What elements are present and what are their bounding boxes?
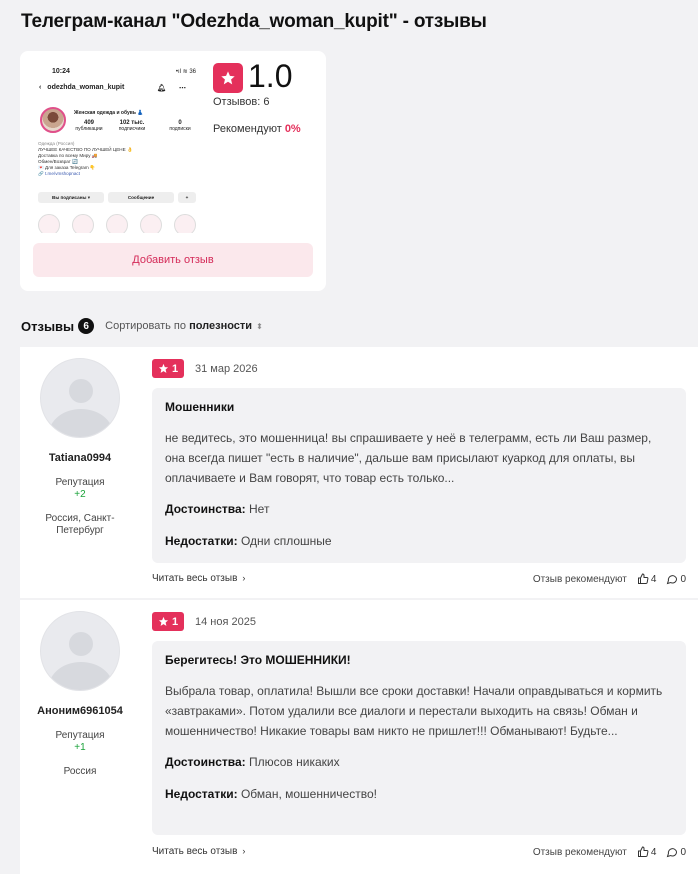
- comment-button[interactable]: 0: [666, 573, 686, 585]
- comment-icon: [667, 848, 678, 858]
- chevron-right-icon: ›: [242, 573, 246, 583]
- comment-icon: [667, 575, 678, 585]
- screenshot-header: ‹ odezhda_woman_kupit 🔔︎ ⋯: [39, 84, 201, 92]
- review-pros: Достоинства: Нет: [165, 502, 270, 516]
- sort-dropdown[interactable]: Сортировать по полезности: [105, 320, 252, 332]
- like-button[interactable]: 4: [637, 846, 656, 858]
- screenshot-message-button: Сообщение: [108, 192, 174, 203]
- screenshot-avatar: [40, 107, 66, 133]
- screenshot-highlights: [38, 214, 196, 233]
- review-text: не ведитесь, это мошенница! вы спрашивае…: [165, 431, 652, 485]
- chevron-right-icon: ›: [242, 846, 246, 856]
- status-time: 10:24: [52, 68, 70, 75]
- screenshot-subscribed-button: Вы подписаны ▾: [38, 192, 104, 203]
- review-date: 31 мар 2026: [195, 363, 258, 375]
- screenshot-bio: Одежда (Россия) ЛУЧШЕЕ КАЧЕСТВО ПО ЛУЧШЕ…: [38, 141, 133, 176]
- reviews-label: Отзывы: [21, 318, 75, 334]
- review-date: 14 ноя 2025: [195, 616, 256, 628]
- review-footer: Читать весь отзыв › Отзыв рекомендуют 4 0: [152, 846, 686, 862]
- screenshot-buttons: Вы подписаны ▾ Сообщение +: [38, 192, 200, 203]
- review-pros: Достоинства: Плюсов никаких: [165, 755, 340, 769]
- review-body: Мошенники не ведитесь, это мошенница! вы…: [152, 388, 686, 563]
- author-location: Россия, Санкт-Петербург: [45, 513, 115, 536]
- review-rating-badge: 1: [152, 612, 184, 631]
- star-icon: [158, 363, 169, 373]
- recommend-label: Отзыв рекомендуют: [532, 846, 627, 858]
- add-review-button[interactable]: Добавить отзыв: [33, 243, 313, 277]
- review-rating-badge: 1: [152, 359, 184, 378]
- channel-screenshot[interactable]: 10:24 •ıl ≋ 36 ‹ odezhda_woman_kupit 🔔︎ …: [34, 65, 204, 233]
- stat-posts: 409 публикации: [75, 120, 103, 132]
- recommend-stat: Рекомендуют 0%: [213, 123, 301, 135]
- reputation-label: Репутация: [55, 477, 105, 488]
- avatar[interactable]: [40, 611, 120, 691]
- stat-following: 0 подписки: [169, 120, 191, 132]
- summary-card: 10:24 •ıl ≋ 36 ‹ odezhda_woman_kupit 🔔︎ …: [20, 51, 326, 291]
- avatar[interactable]: [40, 358, 120, 438]
- star-icon: [158, 616, 169, 626]
- reviews-count-badge: 6: [78, 318, 95, 334]
- screenshot-stats: 409 публикации 102 тыс. подписчики 0 подпис…: [74, 120, 200, 132]
- screenshot-channel-name: odezhda_woman_kupit: [47, 84, 125, 91]
- add-person-icon: +: [178, 192, 196, 203]
- review-cons: Недостатки: Обман, мошенничество!: [165, 787, 377, 801]
- author-name[interactable]: Аноним6961054: [20, 705, 140, 717]
- review-title[interactable]: Мошенники: [165, 400, 673, 414]
- bell-icon: 🔔︎: [157, 85, 166, 92]
- recommend-label: Отзыв рекомендуют: [532, 573, 627, 585]
- author-location: Россия: [63, 766, 97, 777]
- comment-button[interactable]: 0: [666, 846, 686, 858]
- rating-value: 1.0: [248, 58, 293, 94]
- read-full-review-link[interactable]: Читать весь отзыв ›: [152, 846, 245, 857]
- reputation-value: +1: [74, 742, 86, 753]
- star-icon: [213, 63, 243, 93]
- page-title: Телеграм-канал "Odezhda_woman_kupit" - о…: [21, 11, 487, 32]
- review-text: Выбрала товар, оплатила! Вышли все сроки…: [165, 684, 663, 738]
- back-arrow-icon: ‹: [39, 84, 42, 91]
- like-button[interactable]: 4: [637, 573, 656, 585]
- review-card: Аноним6961054 Репутация +1 Россия 1 14 н…: [20, 600, 698, 874]
- review-card: Tatiana0994 Репутация +2 Россия, Санкт-П…: [20, 347, 698, 598]
- author-name[interactable]: Tatiana0994: [20, 452, 140, 464]
- read-full-review-link[interactable]: Читать весь отзыв ›: [152, 573, 245, 584]
- screenshot-profile-name: Женская одежда и обувь 👗: [74, 110, 144, 116]
- reputation-value: +2: [74, 489, 86, 500]
- thumbs-up-icon: [637, 846, 649, 857]
- reviews-count: Отзывов: 6: [213, 96, 270, 108]
- reputation-label: Репутация: [55, 730, 105, 741]
- more-icon: ⋯: [179, 85, 186, 92]
- thumbs-up-icon: [637, 573, 649, 584]
- review-footer: Читать весь отзыв › Отзыв рекомендуют 4 0: [152, 573, 686, 589]
- sort-icon[interactable]: ⬍: [256, 322, 263, 331]
- review-body: Берегитесь! Это МОШЕННИКИ! Выбрала товар…: [152, 641, 686, 835]
- stat-followers: 102 тыс. подписчики: [118, 120, 146, 132]
- reviews-header: Отзывы 6 Сортировать по полезности ⬍: [21, 318, 263, 334]
- status-icons: •ıl ≋ 36: [175, 69, 196, 75]
- recommend-percent: 0%: [284, 123, 301, 135]
- review-title[interactable]: Берегитесь! Это МОШЕННИКИ!: [165, 653, 673, 667]
- review-cons: Недостатки: Одни сплошные: [165, 534, 332, 548]
